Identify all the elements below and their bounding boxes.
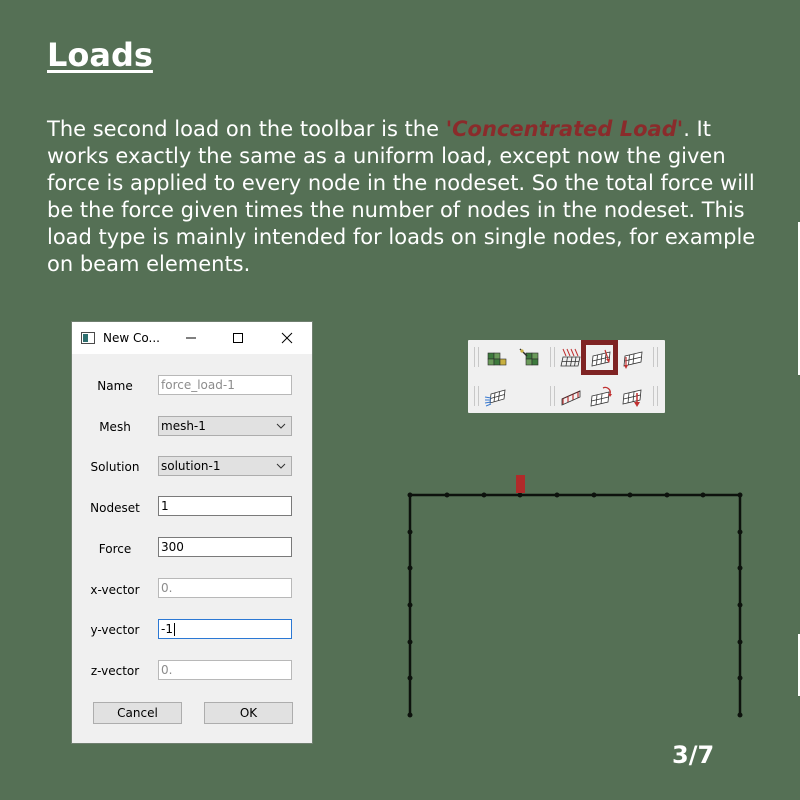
maximize-icon [233,333,243,343]
toolbar-separator [474,347,475,367]
toolbar-separator [554,347,555,367]
maximize-button[interactable] [214,322,262,354]
solution-label: Solution [90,460,140,474]
toolbar-separator [657,347,658,367]
selected-tool-highlight [581,340,618,375]
x-vector-label: x-vector [90,583,140,597]
y-vector-label: y-vector [90,623,140,637]
concentrated-load-marker [516,475,525,493]
slide-title: Loads [47,36,153,74]
nodeset-label: Nodeset [90,501,140,515]
toolbar-separator [653,386,654,406]
concentrated-load-highlight: 'Concentrated Load' [445,117,684,141]
name-input[interactable]: force_load-1 [158,375,292,395]
z-vector-input[interactable]: 0. [158,660,292,680]
nodeset-input[interactable]: 1 [158,496,292,516]
mesh-select[interactable]: mesh-1 [158,416,292,436]
chevron-down-icon [276,423,286,429]
new-concentrated-load-dialog: New Co... Name force_load-1 Mesh mesh-1 … [71,321,313,744]
mesh-node-icon[interactable] [518,347,540,369]
toolbar-separator [657,386,658,406]
uniform-load-icon[interactable] [560,347,582,369]
x-vector-input[interactable]: 0. [158,578,292,598]
pressure-load-icon[interactable] [622,347,644,369]
ok-button[interactable]: OK [204,702,293,724]
close-icon [281,332,293,344]
force-label: Force [98,542,132,556]
text-caret [173,623,175,636]
slide-body-text: The second load on the toolbar is the 'C… [47,116,777,278]
toolbar-separator [550,386,551,406]
dialog-titlebar[interactable]: New Co... [72,322,312,354]
mesh-select-value: mesh-1 [161,419,206,433]
toolbar-separator [653,347,654,367]
force-input[interactable]: 300 [158,537,292,557]
app-icon [81,332,95,344]
y-vector-value: -1 [161,622,173,636]
solution-select-value: solution-1 [161,459,221,473]
y-vector-input[interactable]: -1 [158,619,292,639]
chevron-down-icon [276,463,286,469]
moment-load-icon[interactable] [590,385,612,407]
name-label: Name [97,379,133,393]
solution-select[interactable]: solution-1 [158,456,292,476]
dialog-title: New Co... [103,331,160,345]
load-toolbar [468,340,665,413]
distributed-load-icon[interactable] [560,385,582,407]
cancel-button[interactable]: Cancel [93,702,182,724]
minimize-icon [186,337,196,339]
close-button[interactable] [263,322,311,354]
minimize-button[interactable] [167,322,215,354]
toolbar-separator [478,386,479,406]
flow-load-icon[interactable] [484,385,506,407]
z-vector-label: z-vector [90,664,140,678]
mesh-label: Mesh [99,420,131,434]
mesh-element-icon[interactable] [486,347,508,369]
toolbar-separator [550,347,551,367]
body-text-start: The second load on the toolbar is the [47,117,446,141]
toolbar-separator [554,386,555,406]
toolbar-separator [474,386,475,406]
frame-structure [407,475,743,718]
gravity-load-icon[interactable] [622,385,644,407]
page-number: 3/7 [672,741,715,769]
toolbar-separator [478,347,479,367]
